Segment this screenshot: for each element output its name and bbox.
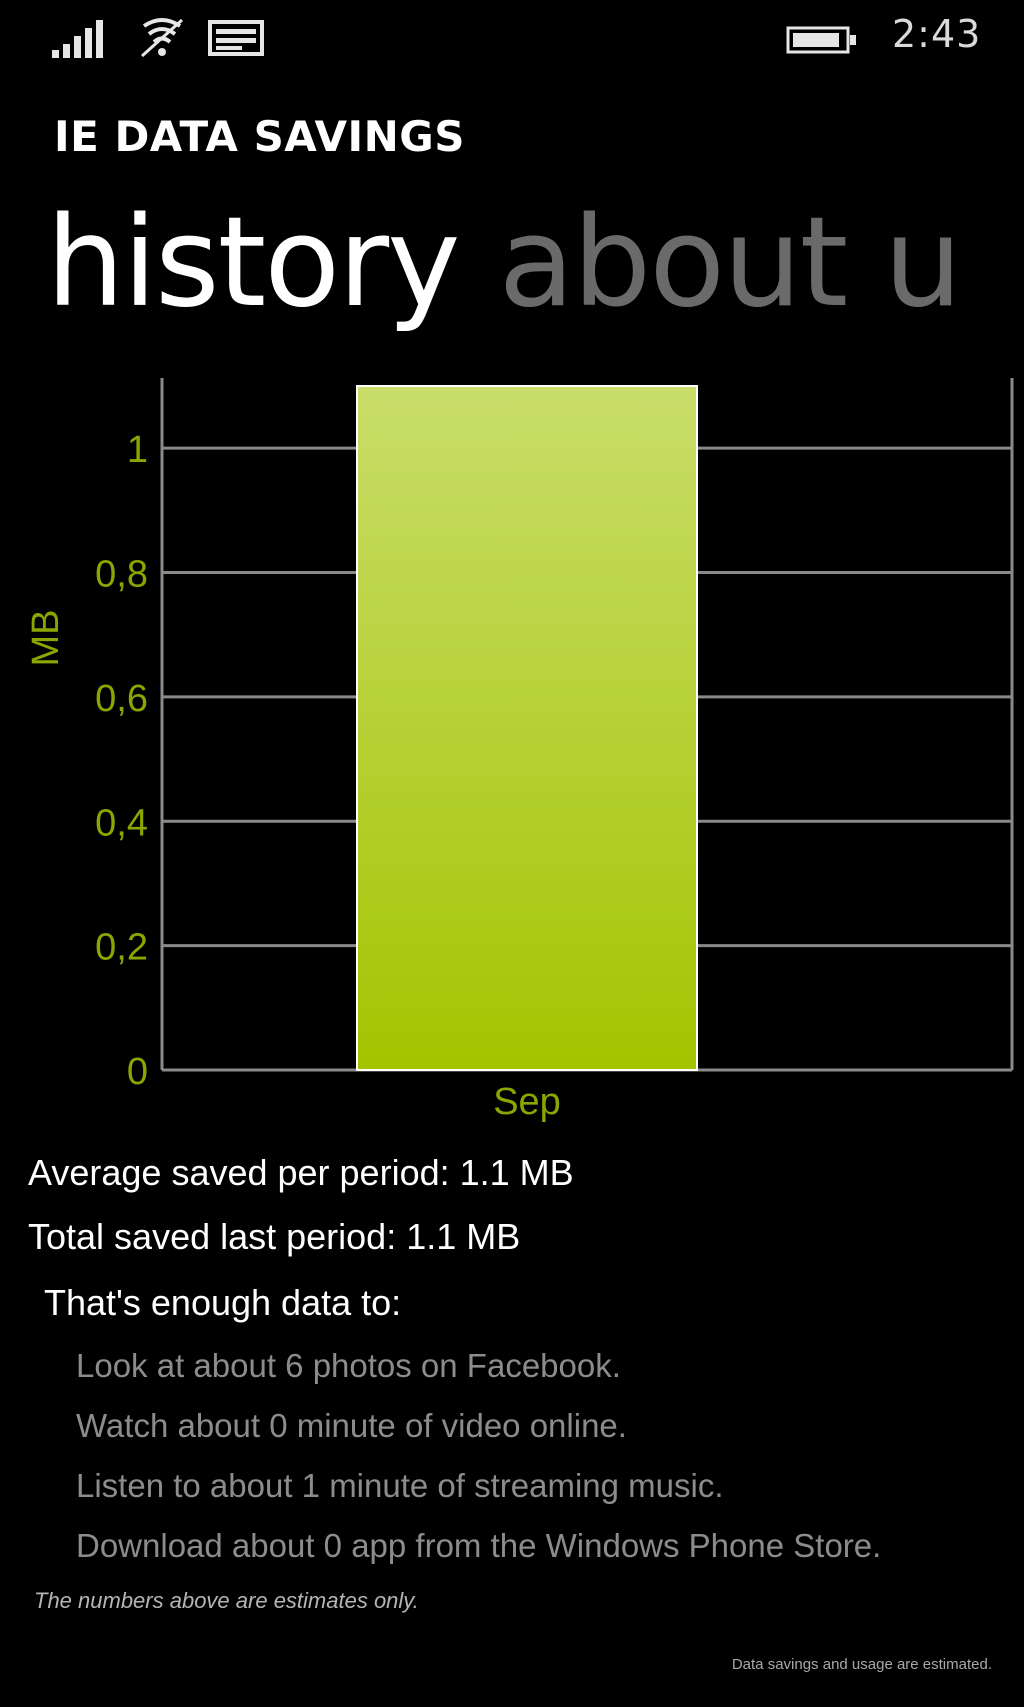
battery-icon xyxy=(786,26,856,54)
signal-icon xyxy=(52,20,103,58)
x-tick-label: Sep xyxy=(493,1081,561,1123)
wifi-icon xyxy=(140,18,184,58)
tab-history[interactable]: history xyxy=(46,178,460,348)
list-item: Look at about 6 photos on Facebook. xyxy=(76,1347,621,1384)
y-tick-label: 0 xyxy=(127,1051,148,1093)
footer-note: Data savings and usage are estimated. xyxy=(731,1656,992,1673)
savings-chart: 0 0,2 0,4 0,6 0,8 1 Sep MB xyxy=(0,370,1024,1130)
total-saved: Total saved last period: 1.1 MB xyxy=(28,1216,521,1257)
estimate-note: The numbers above are estimates only. xyxy=(34,1588,419,1613)
list-item: Watch about 0 minute of video online. xyxy=(76,1407,627,1444)
pivot-header: history about u xyxy=(46,178,1024,348)
average-saved: Average saved per period: 1.1 MB xyxy=(28,1152,574,1193)
status-time: 2:43 xyxy=(892,12,982,56)
usage-examples: Look at about 6 photos on Facebook. Watc… xyxy=(76,1344,881,1584)
bar-chart: 0 0,2 0,4 0,6 0,8 1 Sep MB xyxy=(25,378,1014,1123)
bar xyxy=(356,385,698,1071)
status-bar: 2:43 xyxy=(0,0,1024,80)
y-tick-label: 0,8 xyxy=(95,554,148,596)
enough-data-heading: That's enough data to: xyxy=(44,1282,402,1323)
y-axis-label: MB xyxy=(25,610,67,667)
list-item: Listen to about 1 minute of streaming mu… xyxy=(76,1467,724,1504)
list-item: Download about 0 app from the Windows Ph… xyxy=(76,1527,882,1564)
tab-about[interactable]: about u xyxy=(499,178,963,348)
y-tick-label: 0,2 xyxy=(95,927,148,969)
message-icon xyxy=(208,20,264,56)
y-tick-label: 1 xyxy=(127,429,148,471)
app-title: IE DATA SAVINGS xyxy=(54,112,465,161)
y-tick-label: 0,6 xyxy=(95,678,148,720)
y-tick-label: 0,4 xyxy=(95,802,148,844)
